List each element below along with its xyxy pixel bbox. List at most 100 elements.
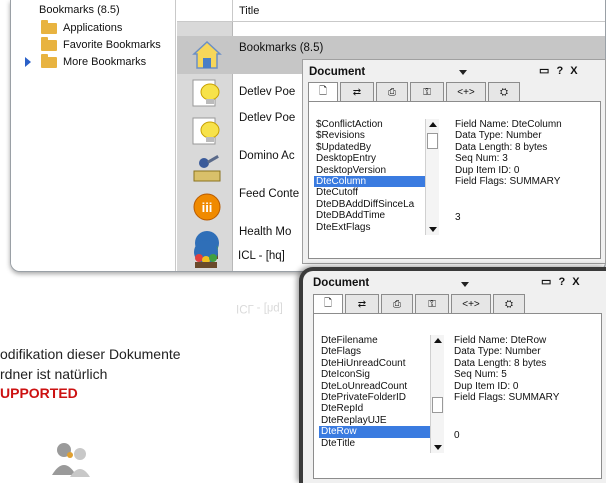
admin-tool-icon: [193, 155, 221, 182]
tree-item-label: Bookmarks (8.5): [39, 4, 120, 16]
field-item[interactable]: DteLoUnreadCount: [319, 381, 444, 392]
field-item[interactable]: DesktopVersion: [314, 165, 439, 176]
field-list-scrollbar[interactable]: [425, 119, 439, 235]
field-item[interactable]: DteFlags: [319, 346, 444, 357]
slide-body-text: odifikation dieser Dokumente rdner ist n…: [0, 345, 181, 404]
tab-security[interactable]: ⚿: [415, 294, 449, 314]
scroll-up-icon[interactable]: [434, 338, 442, 343]
field-length: Data Length: 8 bytes: [454, 357, 547, 369]
field-item[interactable]: DteFilename: [319, 335, 444, 346]
fields-panel: $ConflictAction $Revisions $UpdatedBy De…: [308, 101, 601, 259]
tab-info[interactable]: 🗋: [313, 294, 343, 314]
field-name: Field Name: DteRow: [454, 335, 547, 346]
bookmark-tree: Bookmarks (8.5) Applications Favorite Bo…: [11, 0, 176, 271]
lightbulb-icon: [192, 79, 220, 107]
field-item-selected[interactable]: DteColumn: [314, 175, 439, 188]
field-item[interactable]: DteIconSig: [319, 369, 444, 380]
window-controls[interactable]: ▭ ? X: [541, 275, 582, 288]
tab-bar: 🗋 ⇄ ⎙ ⚿ <+> ⛭: [308, 82, 522, 102]
tab-fields[interactable]: ⇄: [340, 82, 374, 102]
field-dup: Dup Item ID: 0: [454, 380, 519, 392]
document-properties-dialog: Document ▭ ? X 🗋 ⇄ ⎙ ⚿ <+> ⛭ DteFilename…: [299, 267, 606, 483]
chevron-down-icon[interactable]: [461, 282, 469, 287]
tab-info[interactable]: 🗋: [308, 82, 338, 102]
field-list-scrollbar[interactable]: [430, 335, 444, 453]
scroll-up-icon[interactable]: [429, 122, 437, 127]
field-item[interactable]: DteCutoff: [314, 187, 439, 198]
expand-arrow-icon[interactable]: [25, 57, 31, 67]
field-value: 0: [454, 430, 460, 441]
field-item[interactable]: DteExtFlags: [314, 222, 439, 233]
tab-security[interactable]: ⚿: [410, 82, 444, 102]
field-seq: Seq Num: 5: [454, 369, 507, 381]
title-column-header[interactable]: Title: [239, 5, 259, 17]
list-item-title: Detlev Poe: [239, 86, 296, 98]
scroll-thumb[interactable]: [432, 397, 443, 413]
tree-item-favorite-bookmarks[interactable]: Favorite Bookmarks: [41, 36, 161, 54]
tab-print[interactable]: ⎙: [381, 294, 413, 314]
tree-item-root[interactable]: Bookmarks (8.5): [39, 1, 120, 19]
folder-icon: [41, 19, 57, 34]
lightbulb-icon: [192, 117, 220, 145]
unsupported-label: UPPORTED: [0, 385, 78, 401]
scroll-down-icon[interactable]: [429, 227, 437, 232]
reflection: ICL - [hq]: [176, 290, 316, 320]
field-item[interactable]: DteDBAddTime: [314, 210, 439, 221]
tab-advanced[interactable]: ⛭: [493, 294, 525, 314]
field-item-selected[interactable]: DteRow: [319, 426, 444, 438]
field-name: Field Name: DteColumn: [455, 119, 562, 130]
window-controls[interactable]: ▭ ? X: [539, 64, 580, 77]
field-flags: Field Flags: SUMMARY: [454, 392, 560, 404]
dialog-title: Document: [313, 277, 370, 289]
field-info: Field Name: DteRow Data Type: Number Dat…: [454, 335, 559, 403]
field-info: Field Name: DteColumn Data Type: Number …: [455, 119, 562, 187]
field-item[interactable]: DteReplayUJE: [319, 415, 444, 426]
field-list[interactable]: DteFilename DteFlags DteHiUnreadCount Dt…: [319, 335, 444, 453]
tab-html[interactable]: <+>: [446, 82, 486, 102]
tree-item-label: Favorite Bookmarks: [63, 39, 161, 51]
tab-print[interactable]: ⎙: [376, 82, 408, 102]
field-item[interactable]: DesktopEntry: [314, 153, 439, 164]
fields-panel: DteFilename DteFlags DteHiUnreadCount Dt…: [313, 313, 602, 479]
tree-item-label: More Bookmarks: [63, 56, 147, 68]
tab-html[interactable]: <+>: [451, 294, 491, 314]
field-seq: Seq Num: 3: [455, 153, 508, 165]
tree-item-applications[interactable]: Applications: [41, 19, 122, 37]
field-length: Data Length: 8 bytes: [455, 141, 548, 153]
dialog-title: Document: [309, 66, 366, 78]
field-item[interactable]: $UpdatedBy: [314, 142, 439, 153]
scroll-down-icon[interactable]: [434, 445, 442, 450]
reflection-text: ICL - [hq]: [236, 302, 283, 314]
scroll-thumb[interactable]: [427, 133, 438, 149]
icon-column-header[interactable]: [177, 0, 233, 22]
field-item[interactable]: DteRepId: [319, 403, 444, 414]
field-list[interactable]: $ConflictAction $Revisions $UpdatedBy De…: [314, 119, 439, 235]
chevron-down-icon[interactable]: [459, 70, 467, 75]
globe-people-icon: [194, 240, 218, 268]
document-properties-dialog: Document ▭ ? X 🗋 ⇄ ⎙ ⚿ <+> ⛭ $ConflictAc…: [302, 59, 606, 264]
field-item[interactable]: DteTitle: [319, 438, 444, 449]
tree-item-more-bookmarks[interactable]: More Bookmarks: [25, 53, 146, 71]
field-flags: Field Flags: SUMMARY: [455, 176, 561, 188]
field-type: Data Type: Number: [454, 346, 541, 358]
slide-line: odifikation dieser Dokumente: [0, 346, 181, 362]
field-item[interactable]: DteHiUnreadCount: [319, 358, 444, 369]
tab-advanced[interactable]: ⛭: [488, 82, 520, 102]
list-item-partial[interactable]: ICL - [hq]: [176, 236, 302, 271]
field-value: 3: [455, 212, 461, 223]
tab-fields[interactable]: ⇄: [345, 294, 379, 314]
field-item[interactable]: $ConflictAction: [314, 119, 439, 130]
field-item[interactable]: DteDBAddDiffSinceLa: [314, 199, 439, 210]
column-header: Title: [177, 0, 605, 22]
folder-icon: [41, 53, 57, 68]
field-dup: Dup Item ID: 0: [455, 164, 520, 176]
list-item-title: Bookmarks (8.5): [239, 42, 324, 54]
home-icon: [192, 40, 222, 69]
feed-icon: iii: [193, 193, 221, 221]
slide-line: rdner ist natürlich: [0, 365, 108, 382]
field-item[interactable]: $Revisions: [314, 130, 439, 141]
people-icon: [52, 443, 90, 477]
list-item-title: Feed Conte: [239, 188, 300, 200]
field-item[interactable]: DtePrivateFolderID: [319, 392, 444, 403]
tree-item-label: Applications: [63, 22, 123, 34]
